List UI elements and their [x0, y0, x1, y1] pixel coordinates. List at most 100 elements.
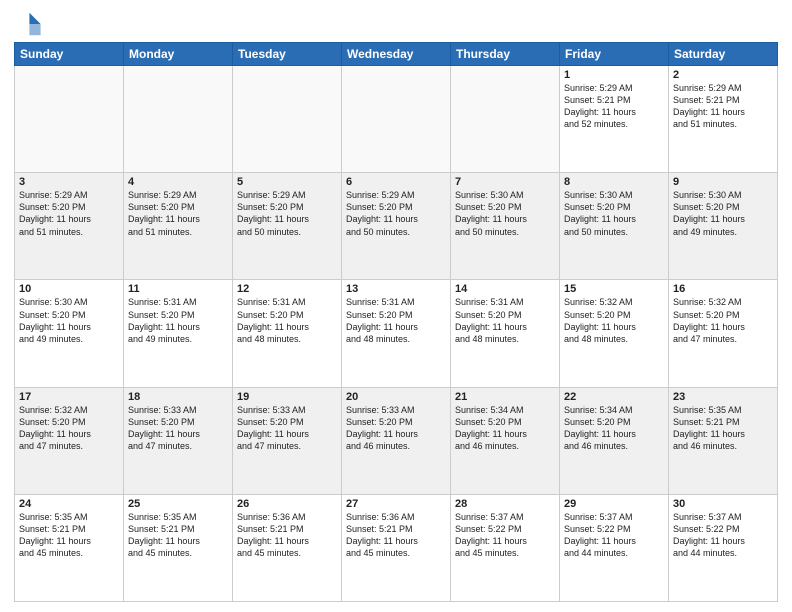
- day-number: 5: [237, 176, 337, 188]
- day-info: Sunrise: 5:33 AMSunset: 5:20 PMDaylight:…: [237, 404, 337, 453]
- calendar-cell: 30Sunrise: 5:37 AMSunset: 5:22 PMDayligh…: [669, 494, 778, 601]
- calendar-cell: 11Sunrise: 5:31 AMSunset: 5:20 PMDayligh…: [124, 280, 233, 387]
- day-info: Sunrise: 5:31 AMSunset: 5:20 PMDaylight:…: [346, 296, 446, 345]
- calendar-header-wednesday: Wednesday: [342, 43, 451, 66]
- day-info: Sunrise: 5:35 AMSunset: 5:21 PMDaylight:…: [128, 511, 228, 560]
- day-number: 24: [19, 498, 119, 510]
- day-info: Sunrise: 5:30 AMSunset: 5:20 PMDaylight:…: [564, 189, 664, 238]
- day-number: 30: [673, 498, 773, 510]
- logo-icon: [14, 10, 42, 38]
- day-info: Sunrise: 5:33 AMSunset: 5:20 PMDaylight:…: [128, 404, 228, 453]
- calendar-cell: 1Sunrise: 5:29 AMSunset: 5:21 PMDaylight…: [560, 66, 669, 173]
- day-number: 6: [346, 176, 446, 188]
- day-info: Sunrise: 5:35 AMSunset: 5:21 PMDaylight:…: [19, 511, 119, 560]
- calendar-cell: 16Sunrise: 5:32 AMSunset: 5:20 PMDayligh…: [669, 280, 778, 387]
- calendar-cell: [233, 66, 342, 173]
- calendar-header-monday: Monday: [124, 43, 233, 66]
- calendar-cell: 19Sunrise: 5:33 AMSunset: 5:20 PMDayligh…: [233, 387, 342, 494]
- calendar-cell: 21Sunrise: 5:34 AMSunset: 5:20 PMDayligh…: [451, 387, 560, 494]
- day-info: Sunrise: 5:35 AMSunset: 5:21 PMDaylight:…: [673, 404, 773, 453]
- day-info: Sunrise: 5:33 AMSunset: 5:20 PMDaylight:…: [346, 404, 446, 453]
- calendar-week-5: 24Sunrise: 5:35 AMSunset: 5:21 PMDayligh…: [15, 494, 778, 601]
- day-info: Sunrise: 5:30 AMSunset: 5:20 PMDaylight:…: [19, 296, 119, 345]
- day-number: 22: [564, 391, 664, 403]
- day-number: 3: [19, 176, 119, 188]
- day-number: 29: [564, 498, 664, 510]
- calendar-cell: 22Sunrise: 5:34 AMSunset: 5:20 PMDayligh…: [560, 387, 669, 494]
- logo: [14, 10, 46, 38]
- day-info: Sunrise: 5:31 AMSunset: 5:20 PMDaylight:…: [128, 296, 228, 345]
- day-info: Sunrise: 5:29 AMSunset: 5:21 PMDaylight:…: [564, 82, 664, 131]
- day-info: Sunrise: 5:30 AMSunset: 5:20 PMDaylight:…: [673, 189, 773, 238]
- calendar-cell: 3Sunrise: 5:29 AMSunset: 5:20 PMDaylight…: [15, 173, 124, 280]
- calendar-header-thursday: Thursday: [451, 43, 560, 66]
- day-number: 16: [673, 283, 773, 295]
- day-number: 19: [237, 391, 337, 403]
- day-number: 1: [564, 69, 664, 81]
- calendar-cell: [342, 66, 451, 173]
- day-number: 23: [673, 391, 773, 403]
- calendar-cell: 26Sunrise: 5:36 AMSunset: 5:21 PMDayligh…: [233, 494, 342, 601]
- day-number: 10: [19, 283, 119, 295]
- calendar-header-tuesday: Tuesday: [233, 43, 342, 66]
- calendar-cell: 10Sunrise: 5:30 AMSunset: 5:20 PMDayligh…: [15, 280, 124, 387]
- calendar-header-friday: Friday: [560, 43, 669, 66]
- day-info: Sunrise: 5:31 AMSunset: 5:20 PMDaylight:…: [455, 296, 555, 345]
- calendar-cell: 2Sunrise: 5:29 AMSunset: 5:21 PMDaylight…: [669, 66, 778, 173]
- calendar-header-saturday: Saturday: [669, 43, 778, 66]
- calendar-cell: 12Sunrise: 5:31 AMSunset: 5:20 PMDayligh…: [233, 280, 342, 387]
- day-info: Sunrise: 5:32 AMSunset: 5:20 PMDaylight:…: [673, 296, 773, 345]
- calendar-cell: 27Sunrise: 5:36 AMSunset: 5:21 PMDayligh…: [342, 494, 451, 601]
- calendar-cell: [15, 66, 124, 173]
- calendar-cell: 5Sunrise: 5:29 AMSunset: 5:20 PMDaylight…: [233, 173, 342, 280]
- calendar-cell: 24Sunrise: 5:35 AMSunset: 5:21 PMDayligh…: [15, 494, 124, 601]
- calendar-cell: 6Sunrise: 5:29 AMSunset: 5:20 PMDaylight…: [342, 173, 451, 280]
- day-number: 26: [237, 498, 337, 510]
- calendar-cell: 18Sunrise: 5:33 AMSunset: 5:20 PMDayligh…: [124, 387, 233, 494]
- day-number: 13: [346, 283, 446, 295]
- calendar-cell: 28Sunrise: 5:37 AMSunset: 5:22 PMDayligh…: [451, 494, 560, 601]
- calendar-cell: 20Sunrise: 5:33 AMSunset: 5:20 PMDayligh…: [342, 387, 451, 494]
- day-number: 2: [673, 69, 773, 81]
- calendar-week-4: 17Sunrise: 5:32 AMSunset: 5:20 PMDayligh…: [15, 387, 778, 494]
- day-number: 11: [128, 283, 228, 295]
- day-info: Sunrise: 5:29 AMSunset: 5:20 PMDaylight:…: [237, 189, 337, 238]
- day-number: 4: [128, 176, 228, 188]
- page: SundayMondayTuesdayWednesdayThursdayFrid…: [0, 0, 792, 612]
- calendar-cell: 29Sunrise: 5:37 AMSunset: 5:22 PMDayligh…: [560, 494, 669, 601]
- day-info: Sunrise: 5:30 AMSunset: 5:20 PMDaylight:…: [455, 189, 555, 238]
- day-info: Sunrise: 5:31 AMSunset: 5:20 PMDaylight:…: [237, 296, 337, 345]
- calendar-cell: [124, 66, 233, 173]
- day-number: 15: [564, 283, 664, 295]
- day-info: Sunrise: 5:37 AMSunset: 5:22 PMDaylight:…: [673, 511, 773, 560]
- calendar-week-2: 3 Sunrise: 5:29 AMSunset: 5:20 PMDaylight…: [15, 173, 778, 280]
- day-info: Sunrise: 5:29 AMSunset: 5:20 PMDaylight:…: [128, 189, 228, 238]
- day-info: Sunrise: 5:37 AMSunset: 5:22 PMDaylight:…: [455, 511, 555, 560]
- day-number: 25: [128, 498, 228, 510]
- calendar-cell: 14Sunrise: 5:31 AMSunset: 5:20 PMDayligh…: [451, 280, 560, 387]
- day-info: Sunrise: 5:36 AMSunset: 5:21 PMDaylight:…: [346, 511, 446, 560]
- calendar-cell: 7Sunrise: 5:30 AMSunset: 5:20 PMDaylight…: [451, 173, 560, 280]
- calendar-cell: 13Sunrise: 5:31 AMSunset: 5:20 PMDayligh…: [342, 280, 451, 387]
- calendar-cell: 15Sunrise: 5:32 AMSunset: 5:20 PMDayligh…: [560, 280, 669, 387]
- calendar-cell: [451, 66, 560, 173]
- calendar-header-sunday: Sunday: [15, 43, 124, 66]
- calendar-table: SundayMondayTuesdayWednesdayThursdayFrid…: [14, 42, 778, 602]
- calendar-cell: 25Sunrise: 5:35 AMSunset: 5:21 PMDayligh…: [124, 494, 233, 601]
- calendar-cell: 23Sunrise: 5:35 AMSunset: 5:21 PMDayligh…: [669, 387, 778, 494]
- day-number: 14: [455, 283, 555, 295]
- calendar-cell: 8Sunrise: 5:30 AMSunset: 5:20 PMDaylight…: [560, 173, 669, 280]
- day-number: 20: [346, 391, 446, 403]
- day-info: Sunrise: 5:37 AMSunset: 5:22 PMDaylight:…: [564, 511, 664, 560]
- calendar-week-1: 1Sunrise: 5:29 AMSunset: 5:21 PMDaylight…: [15, 66, 778, 173]
- day-number: 8: [564, 176, 664, 188]
- calendar-header-row: SundayMondayTuesdayWednesdayThursdayFrid…: [15, 43, 778, 66]
- header: [14, 10, 778, 38]
- day-number: 12: [237, 283, 337, 295]
- day-number: 17: [19, 391, 119, 403]
- day-number: 27: [346, 498, 446, 510]
- calendar-week-3: 10Sunrise: 5:30 AMSunset: 5:20 PMDayligh…: [15, 280, 778, 387]
- day-info: Sunrise: 5:29 AMSunset: 5:21 PMDaylight:…: [673, 82, 773, 131]
- calendar-cell: 17Sunrise: 5:32 AMSunset: 5:20 PMDayligh…: [15, 387, 124, 494]
- day-number: 21: [455, 391, 555, 403]
